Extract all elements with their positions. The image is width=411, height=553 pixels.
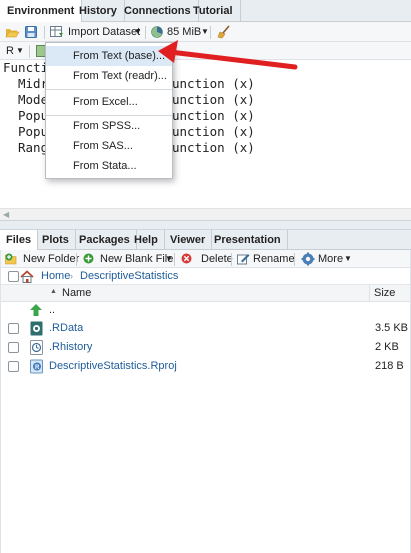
- file-name-link[interactable]: .Rhistory: [49, 338, 92, 357]
- table-row[interactable]: .RData 3.5 KB: [0, 319, 411, 338]
- env-object-name[interactable]: Popu: [18, 124, 48, 140]
- env-object-name[interactable]: Popu: [18, 108, 48, 124]
- new-folder-icon: [5, 253, 17, 265]
- menu-separator: [46, 89, 172, 90]
- menu-item-from-stata[interactable]: From Stata...: [46, 156, 172, 176]
- toolbar-separator: [210, 26, 211, 39]
- row-checkbox[interactable]: [8, 323, 19, 334]
- files-toolbar: New Folder New Blank File ▼ Delete Renam…: [0, 250, 411, 268]
- pane-splitter[interactable]: [0, 220, 411, 230]
- rdata-icon: [30, 321, 43, 336]
- tab-plots[interactable]: Plots: [36, 230, 76, 250]
- home-icon[interactable]: [20, 270, 34, 283]
- tab-tutorial[interactable]: Tutorial: [186, 0, 241, 22]
- breadcrumb-current-folder[interactable]: DescriptiveStatistics: [80, 268, 178, 285]
- memory-pie-icon: [151, 26, 163, 38]
- toolbar-separator: [145, 26, 146, 39]
- language-select[interactable]: R ▼: [6, 41, 24, 61]
- gear-icon: [301, 252, 315, 266]
- delete-icon: [181, 253, 192, 264]
- toolbar-separator: [44, 26, 45, 39]
- menu-item-from-text-base[interactable]: From Text (base)...: [46, 46, 172, 66]
- file-name-link[interactable]: .RData: [49, 319, 83, 338]
- row-checkbox[interactable]: [8, 342, 19, 353]
- save-icon[interactable]: [25, 26, 37, 38]
- new-blank-file-label: New Blank File: [100, 253, 174, 265]
- chevron-down-icon: ▼: [201, 27, 209, 36]
- horizontal-scrollbar[interactable]: ◀: [0, 208, 411, 220]
- name-column-header[interactable]: Name: [62, 285, 91, 302]
- rename-label: Rename: [253, 253, 295, 265]
- env-object-name[interactable]: Mode: [18, 92, 48, 108]
- env-object-value: unction (x): [172, 76, 255, 91]
- svg-text:R: R: [35, 365, 40, 371]
- menu-item-from-excel[interactable]: From Excel...: [46, 92, 172, 112]
- table-row[interactable]: R DescriptiveStatistics.Rproj 218 B: [0, 357, 411, 376]
- sort-ascending-icon[interactable]: ▲: [50, 288, 57, 295]
- pane-border: [0, 250, 1, 553]
- delete-label: Delete: [201, 253, 233, 265]
- tab-environment[interactable]: Environment: [0, 0, 83, 23]
- toolbar-separator: [294, 253, 295, 266]
- chevron-right-icon: ›: [70, 271, 73, 281]
- parent-directory-label: ..: [49, 304, 56, 316]
- env-object-name[interactable]: Midr: [18, 76, 48, 92]
- table-icon: [50, 26, 63, 37]
- chevron-down-icon: ▼: [134, 27, 142, 36]
- env-object-value: unction (x): [172, 140, 255, 155]
- breadcrumb-home[interactable]: Home: [41, 268, 70, 285]
- more-label: More: [318, 253, 344, 265]
- new-folder-label: New Folder: [23, 253, 80, 265]
- import-dataset-label: Import Dataset: [68, 26, 141, 38]
- row-checkbox[interactable]: [8, 361, 19, 372]
- toolbar-separator: [174, 253, 175, 266]
- broom-icon[interactable]: [217, 25, 231, 39]
- menu-item-from-text-readr[interactable]: From Text (readr)...: [46, 66, 172, 86]
- rename-icon: [237, 254, 250, 265]
- environment-tabbar: Environment History Connections Tutorial: [0, 0, 411, 23]
- chevron-down-icon: ▼: [16, 46, 24, 55]
- chevron-down-icon: ▼: [344, 254, 352, 263]
- size-column-header[interactable]: Size: [374, 285, 395, 302]
- env-object-name[interactable]: Rang: [18, 140, 48, 156]
- files-tabbar: Files Plots Packages Help Viewer Present…: [0, 230, 411, 251]
- file-size: 218 B: [375, 360, 404, 372]
- environment-toolbar: Import Dataset ▼ 85 MiB ▼: [0, 22, 411, 42]
- tab-presentation[interactable]: Presentation: [208, 230, 288, 250]
- toolbar-separator: [29, 45, 30, 58]
- file-size: 3.5 KB: [375, 322, 409, 334]
- rproj-icon: R: [30, 359, 43, 374]
- open-folder-icon[interactable]: [5, 26, 20, 38]
- parent-directory-row[interactable]: ..: [0, 301, 411, 320]
- select-all-checkbox[interactable]: [8, 271, 19, 282]
- env-object-value: unction (x): [172, 108, 255, 123]
- tab-help[interactable]: Help: [128, 230, 165, 250]
- chevron-down-icon: ▼: [165, 254, 173, 263]
- plus-icon: [83, 253, 94, 264]
- env-object-value: unction (x): [172, 124, 255, 139]
- up-arrow-icon: [30, 304, 42, 316]
- file-list-header: ▲ Name Size: [0, 285, 411, 302]
- column-divider: [369, 285, 370, 302]
- toolbar-separator: [76, 253, 77, 266]
- table-row[interactable]: .Rhistory 2 KB: [0, 338, 411, 357]
- tab-files[interactable]: Files: [0, 230, 39, 251]
- menu-item-from-sas[interactable]: From SAS...: [46, 136, 172, 156]
- breadcrumb: Home › DescriptiveStatistics: [0, 268, 411, 285]
- scroll-left-icon[interactable]: ◀: [3, 210, 9, 219]
- language-select-label: R: [6, 45, 14, 57]
- import-dataset-menu: From Text (base)... From Text (readr)...…: [45, 42, 173, 179]
- memory-usage-label: 85 MiB: [167, 26, 202, 38]
- menu-item-from-spss[interactable]: From SPSS...: [46, 116, 172, 136]
- toolbar-separator: [231, 253, 232, 266]
- env-object-value: unction (x): [172, 92, 255, 107]
- file-name-link[interactable]: DescriptiveStatistics.Rproj: [49, 357, 177, 376]
- tab-viewer[interactable]: Viewer: [164, 230, 213, 250]
- rhistory-icon: [30, 340, 43, 355]
- file-size: 2 KB: [375, 341, 399, 353]
